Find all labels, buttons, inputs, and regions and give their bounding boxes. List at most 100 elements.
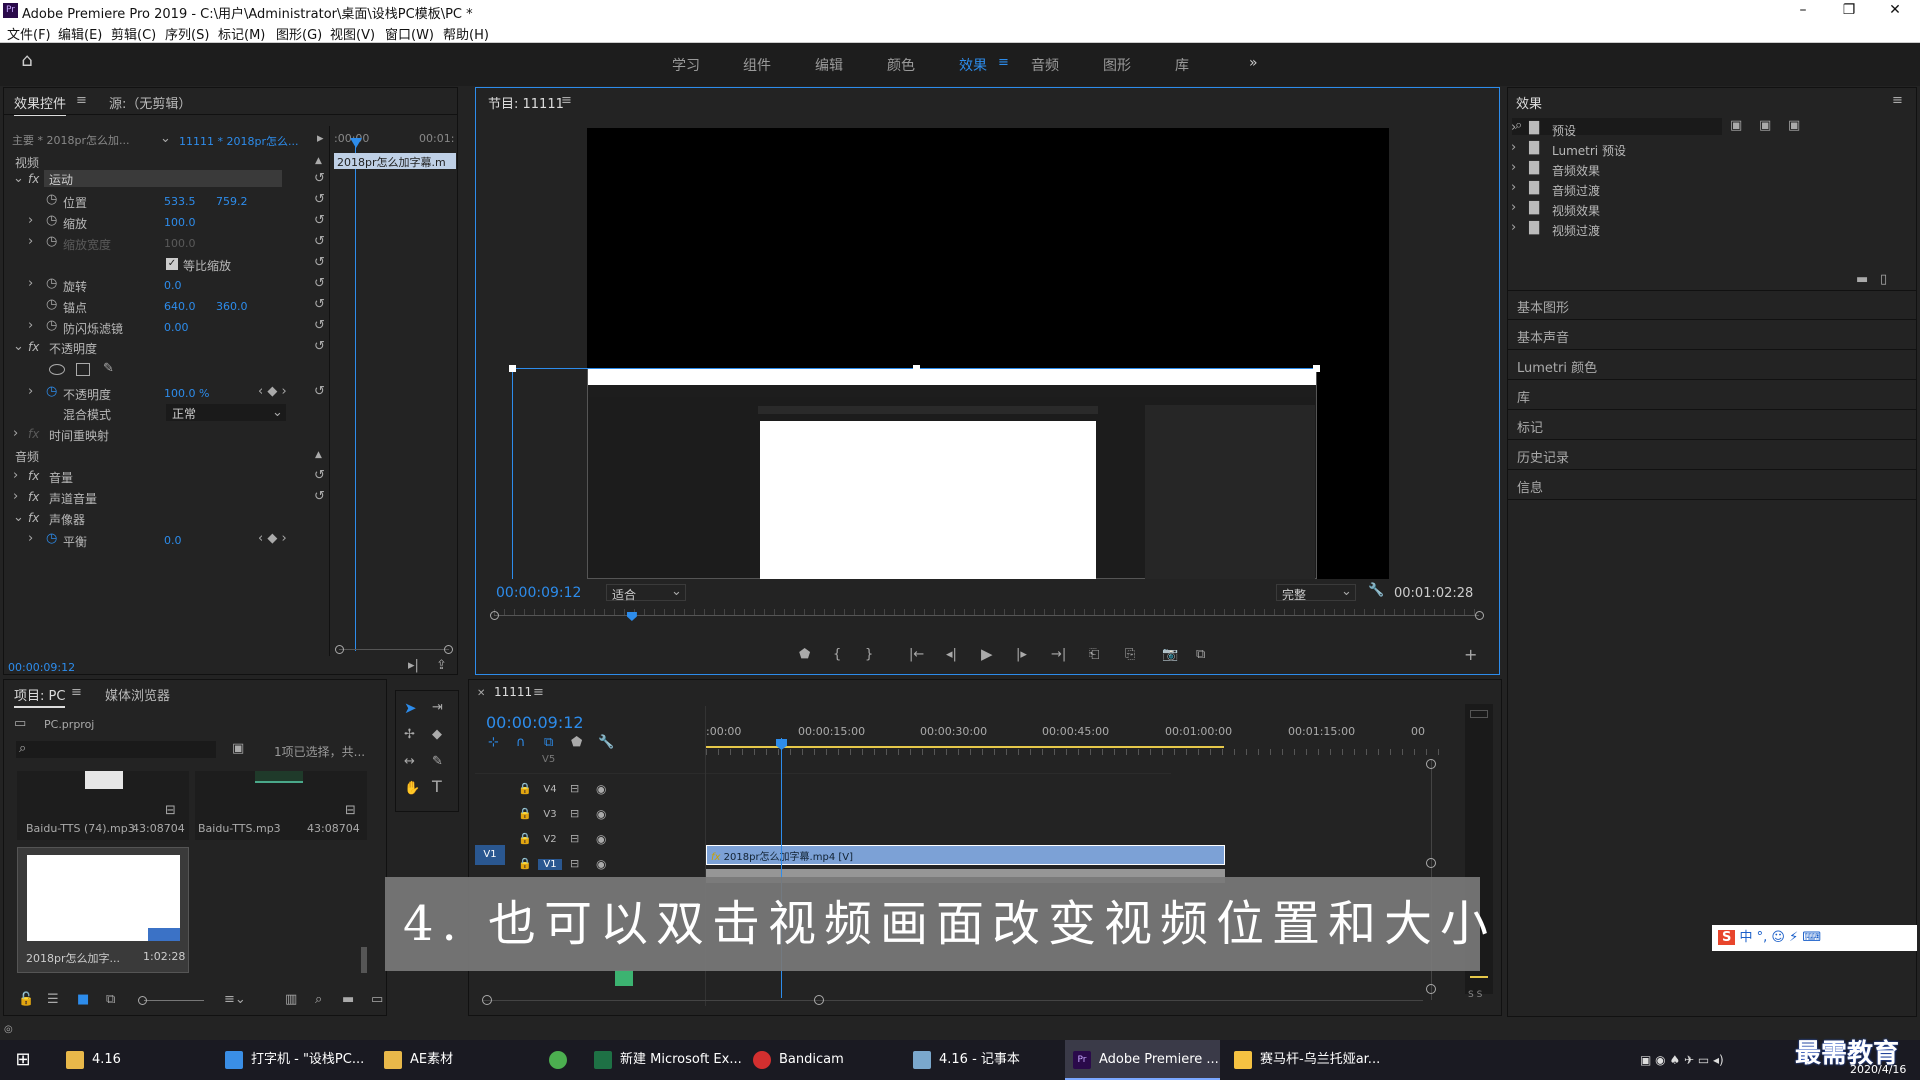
- chevron-right-icon[interactable]: ›: [13, 469, 18, 483]
- chevron-down-icon[interactable]: ⌄: [13, 340, 24, 354]
- workspace-menu-icon[interactable]: ≡: [998, 56, 1009, 70]
- reset-icon[interactable]: ↺: [314, 490, 325, 504]
- source-patch-v1[interactable]: V1: [475, 845, 505, 865]
- ime-toolbar[interactable]: S 中 °, ☺ ⚡ ⌨: [1712, 925, 1917, 951]
- program-playhead[interactable]: [626, 612, 637, 621]
- effects-folder[interactable]: 预设: [1552, 122, 1576, 139]
- chevron-right-icon[interactable]: ›: [1511, 141, 1516, 155]
- wrench-icon[interactable]: 🔧: [1368, 584, 1384, 598]
- workspace-libraries[interactable]: 库: [1175, 55, 1189, 75]
- step-forward-icon[interactable]: |▸: [1016, 648, 1027, 662]
- nest-icon[interactable]: ⊹: [488, 736, 499, 750]
- chevron-down-icon[interactable]: ⌄: [272, 406, 283, 420]
- stopwatch-icon[interactable]: ◷: [46, 193, 57, 207]
- start-button-icon[interactable]: ⊞: [0, 1040, 46, 1080]
- menu-clip[interactable]: 剪辑(C): [111, 24, 156, 43]
- sync-lock-icon[interactable]: ⊟: [570, 807, 579, 821]
- eye-icon[interactable]: ◉: [596, 857, 606, 871]
- stopwatch-icon[interactable]: ◷: [46, 319, 57, 333]
- workspace-learn[interactable]: 学习: [672, 55, 700, 75]
- tray-icons[interactable]: ▣ ◉ ♠ ✈ ▭ ◂): [1640, 1040, 1760, 1080]
- scrubber-handle-left[interactable]: [490, 611, 499, 620]
- scale-value[interactable]: 100.0: [164, 216, 196, 229]
- thumbnail-size-slider[interactable]: [144, 1000, 204, 1001]
- sync-lock-icon[interactable]: ⊟: [570, 782, 579, 796]
- export-frame-icon[interactable]: 📷: [1162, 648, 1178, 662]
- workspace-graphics[interactable]: 图形: [1103, 55, 1131, 75]
- chevron-right-icon[interactable]: ›: [28, 277, 33, 291]
- workspace-assembly[interactable]: 组件: [743, 55, 771, 75]
- add-button-icon[interactable]: +: [1464, 647, 1477, 663]
- scroll-handle[interactable]: [1426, 984, 1436, 994]
- panel-menu-icon[interactable]: ≡: [561, 94, 572, 108]
- motion-effect[interactable]: 运动: [44, 170, 282, 187]
- scroll-handle[interactable]: [482, 995, 492, 1005]
- menu-graphics[interactable]: 图形(G): [276, 24, 322, 43]
- reset-icon[interactable]: ↺: [314, 277, 325, 291]
- time-remap-effect[interactable]: 时间重映射: [49, 427, 109, 444]
- go-to-in-icon[interactable]: |←: [909, 648, 924, 662]
- new-bin-icon[interactable]: ▬: [342, 993, 354, 1007]
- menu-window[interactable]: 窗口(W): [385, 24, 434, 43]
- meter-solo-labels[interactable]: S S: [1468, 990, 1482, 1000]
- comparison-view-icon[interactable]: ⧉: [1196, 648, 1205, 662]
- icon-view-icon[interactable]: ■: [77, 993, 89, 1007]
- lock-track-icon[interactable]: 🔒: [518, 857, 532, 871]
- scroll-handle[interactable]: [1426, 759, 1436, 769]
- position-x-value[interactable]: 533.5: [164, 195, 196, 208]
- uniform-scale-checkbox[interactable]: ✓: [166, 258, 178, 270]
- transform-handle[interactable]: [913, 365, 920, 372]
- taskbar-item[interactable]: Bandicam: [745, 1040, 895, 1080]
- blend-mode-select[interactable]: 正常: [166, 404, 286, 421]
- reset-icon[interactable]: ↺: [314, 214, 325, 228]
- new-item-icon[interactable]: ▭: [371, 993, 383, 1007]
- workspace-color[interactable]: 颜色: [887, 55, 915, 75]
- chevron-right-icon[interactable]: ›: [13, 490, 18, 504]
- taskbar-item[interactable]: 赛马杆-乌兰托娅ar...: [1226, 1040, 1386, 1080]
- transformed-clip[interactable]: [587, 368, 1317, 579]
- chevron-down-icon[interactable]: ⌄: [160, 132, 171, 146]
- menu-sequence[interactable]: 序列(S): [165, 24, 209, 43]
- anchor-y-value[interactable]: 360.0: [216, 300, 248, 313]
- keyframe-nav-icon[interactable]: ‹ ◆ ›: [258, 385, 287, 399]
- taskbar-item[interactable]: [538, 1040, 578, 1080]
- opacity-value[interactable]: 100.0 %: [164, 387, 209, 400]
- chevron-down-icon[interactable]: ⌄: [671, 585, 682, 599]
- eye-icon[interactable]: ◉: [596, 782, 606, 796]
- scroll-handle[interactable]: [1426, 858, 1436, 868]
- effects-section[interactable]: 标记: [1517, 417, 1543, 436]
- track-label[interactable]: V3: [538, 809, 562, 820]
- volume-effect[interactable]: 音量: [49, 469, 73, 486]
- slider-handle[interactable]: [138, 996, 147, 1005]
- lift-icon[interactable]: ⎗: [1089, 648, 1099, 662]
- workspace-audio[interactable]: 音频: [1031, 55, 1059, 75]
- slip-tool-icon[interactable]: ↔: [404, 755, 415, 769]
- add-marker-icon[interactable]: ⬟: [571, 736, 582, 750]
- menu-help[interactable]: 帮助(H): [443, 24, 489, 43]
- stopwatch-icon[interactable]: ◷: [46, 385, 57, 399]
- clock-date[interactable]: 2020/4/16: [1850, 1062, 1906, 1078]
- panel-menu-icon[interactable]: ≡: [1892, 94, 1903, 108]
- menu-marker[interactable]: 标记(M): [218, 24, 265, 43]
- collapse-icon[interactable]: ▲: [315, 448, 322, 462]
- effects-section[interactable]: 历史记录: [1517, 447, 1569, 466]
- sync-lock-icon[interactable]: ⊟: [570, 832, 579, 846]
- go-to-out-icon[interactable]: →|: [1051, 648, 1066, 662]
- reset-icon[interactable]: ↺: [314, 256, 325, 270]
- eye-icon[interactable]: ◉: [596, 807, 606, 821]
- chevron-down-icon[interactable]: ⌄: [1341, 585, 1352, 599]
- taskbar-item[interactable]: 4.16: [58, 1040, 173, 1080]
- play-triangle-icon[interactable]: ▸: [317, 132, 324, 146]
- play-icon[interactable]: ▶: [981, 647, 993, 662]
- mark-out-icon[interactable]: }: [865, 648, 873, 662]
- tab-sequence[interactable]: 11111: [494, 685, 532, 699]
- list-view-icon[interactable]: ☰: [47, 993, 59, 1007]
- new-bin-icon[interactable]: ▬: [1856, 273, 1868, 287]
- timeline-timecode[interactable]: 00:00:09:12: [486, 713, 584, 732]
- ripple-edit-icon[interactable]: ✢: [404, 728, 415, 742]
- sync-lock-icon[interactable]: ⊟: [570, 857, 579, 871]
- chevron-down-icon[interactable]: ⌄: [13, 172, 24, 186]
- timeline-video-clip[interactable]: fx 2018pr怎么加字幕.mp4 [V]: [706, 845, 1225, 865]
- 32bit-effects-icon[interactable]: ▣: [1759, 119, 1771, 133]
- effects-folder[interactable]: 音频过渡: [1552, 182, 1600, 199]
